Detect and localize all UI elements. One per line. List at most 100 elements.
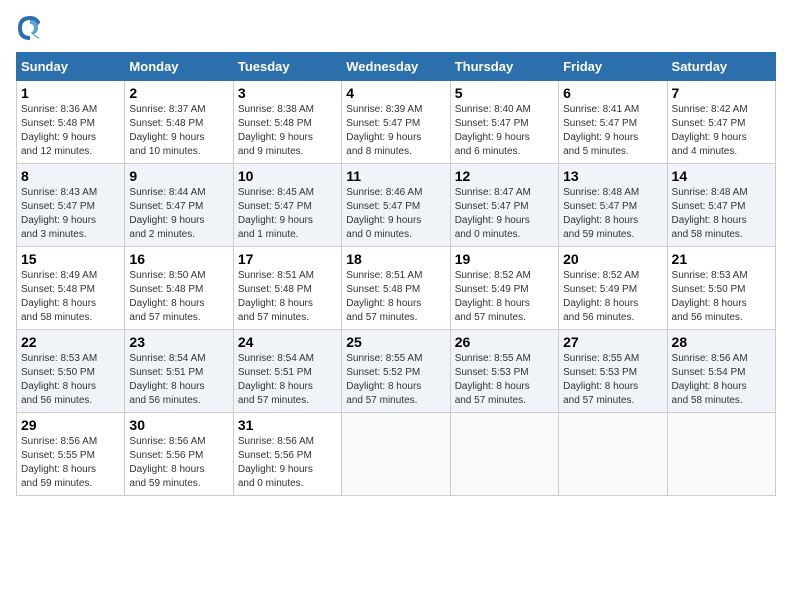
day-info: Sunrise: 8:52 AM Sunset: 5:49 PM Dayligh… (455, 269, 554, 325)
calendar-week-5: 29 Sunrise: 8:56 AM Sunset: 5:55 PM Dayli… (17, 413, 776, 496)
calendar-cell: 12 Sunrise: 8:47 AM Sunset: 5:47 PM Dayli… (450, 164, 558, 247)
day-number: 30 (129, 417, 228, 433)
day-number: 5 (455, 85, 554, 101)
calendar-cell: 27Sunrise: 8:55 AM Sunset: 5:53 PM Dayli… (559, 330, 667, 413)
day-number: 1 (21, 85, 120, 101)
logo (16, 16, 42, 40)
calendar-week-3: 15Sunrise: 8:49 AM Sunset: 5:48 PM Dayli… (17, 247, 776, 330)
calendar-cell: 11Sunrise: 8:46 AM Sunset: 5:47 PM Dayli… (342, 164, 450, 247)
calendar-cell: 5 Sunrise: 8:40 AM Sunset: 5:47 PM Daylig… (450, 81, 558, 164)
day-number: 17 (238, 251, 337, 267)
calendar-body: 1 Sunrise: 8:36 AM Sunset: 5:48 PM Daylig… (17, 81, 776, 496)
calendar-cell (342, 413, 450, 496)
day-number: 28 (672, 334, 771, 350)
calendar-cell: 13 Sunrise: 8:48 AM Sunset: 5:47 PM Dayli… (559, 164, 667, 247)
calendar-cell: 9 Sunrise: 8:44 AM Sunset: 5:47 PM Daylig… (125, 164, 233, 247)
calendar-cell: 18 Sunrise: 8:51 AM Sunset: 5:48 PM Dayli… (342, 247, 450, 330)
day-number: 31 (238, 417, 337, 433)
day-info: Sunrise: 8:36 AM Sunset: 5:48 PM Dayligh… (21, 103, 120, 159)
calendar-week-4: 22 Sunrise: 8:53 AM Sunset: 5:50 PM Dayli… (17, 330, 776, 413)
day-number: 24 (238, 334, 337, 350)
calendar-cell (450, 413, 558, 496)
day-number: 16 (129, 251, 228, 267)
day-info: Sunrise: 8:56 AM Sunset: 5:56 PM Dayligh… (238, 435, 337, 491)
day-info: Sunrise: 8:48 AM Sunset: 5:47 PM Dayligh… (563, 186, 662, 242)
day-number: 10 (238, 168, 337, 184)
day-number: 25 (346, 334, 445, 350)
calendar-cell: 17 Sunrise: 8:51 AM Sunset: 5:48 PM Dayli… (233, 247, 341, 330)
day-info: Sunrise: 8:51 AM Sunset: 5:48 PM Dayligh… (238, 269, 337, 325)
calendar-cell: 30 Sunrise: 8:56 AM Sunset: 5:56 PM Dayli… (125, 413, 233, 496)
calendar-cell: 7Sunrise: 8:42 AM Sunset: 5:47 PM Daylig… (667, 81, 775, 164)
day-number: 4 (346, 85, 445, 101)
day-info: Sunrise: 8:56 AM Sunset: 5:56 PM Dayligh… (129, 435, 228, 491)
calendar-cell: 10Sunrise: 8:45 AM Sunset: 5:47 PM Dayli… (233, 164, 341, 247)
logo-icon (18, 16, 42, 40)
weekday-header-row: SundayMondayTuesdayWednesdayThursdayFrid… (17, 53, 776, 81)
day-number: 26 (455, 334, 554, 350)
calendar-cell: 22 Sunrise: 8:53 AM Sunset: 5:50 PM Dayli… (17, 330, 125, 413)
calendar-cell: 20Sunrise: 8:52 AM Sunset: 5:49 PM Dayli… (559, 247, 667, 330)
day-number: 3 (238, 85, 337, 101)
calendar-week-1: 1 Sunrise: 8:36 AM Sunset: 5:48 PM Daylig… (17, 81, 776, 164)
calendar-cell: 1 Sunrise: 8:36 AM Sunset: 5:48 PM Daylig… (17, 81, 125, 164)
day-number: 2 (129, 85, 228, 101)
day-info: Sunrise: 8:56 AM Sunset: 5:54 PM Dayligh… (672, 352, 771, 408)
day-number: 8 (21, 168, 120, 184)
calendar-cell: 6Sunrise: 8:41 AM Sunset: 5:47 PM Daylig… (559, 81, 667, 164)
day-info: Sunrise: 8:50 AM Sunset: 5:48 PM Dayligh… (129, 269, 228, 325)
day-number: 11 (346, 168, 445, 184)
day-info: Sunrise: 8:38 AM Sunset: 5:48 PM Dayligh… (238, 103, 337, 159)
day-info: Sunrise: 8:53 AM Sunset: 5:50 PM Dayligh… (21, 352, 120, 408)
day-info: Sunrise: 8:55 AM Sunset: 5:52 PM Dayligh… (346, 352, 445, 408)
day-number: 21 (672, 251, 771, 267)
day-info: Sunrise: 8:55 AM Sunset: 5:53 PM Dayligh… (563, 352, 662, 408)
calendar-cell: 19 Sunrise: 8:52 AM Sunset: 5:49 PM Dayli… (450, 247, 558, 330)
calendar-cell: 28 Sunrise: 8:56 AM Sunset: 5:54 PM Dayli… (667, 330, 775, 413)
day-info: Sunrise: 8:55 AM Sunset: 5:53 PM Dayligh… (455, 352, 554, 408)
day-number: 9 (129, 168, 228, 184)
day-number: 22 (21, 334, 120, 350)
day-info: Sunrise: 8:47 AM Sunset: 5:47 PM Dayligh… (455, 186, 554, 242)
day-info: Sunrise: 8:40 AM Sunset: 5:47 PM Dayligh… (455, 103, 554, 159)
day-number: 15 (21, 251, 120, 267)
day-number: 13 (563, 168, 662, 184)
day-number: 23 (129, 334, 228, 350)
calendar-cell: 16 Sunrise: 8:50 AM Sunset: 5:48 PM Dayli… (125, 247, 233, 330)
header (16, 16, 776, 40)
day-number: 12 (455, 168, 554, 184)
calendar-cell: 21 Sunrise: 8:53 AM Sunset: 5:50 PM Dayli… (667, 247, 775, 330)
weekday-header-friday: Friday (559, 53, 667, 81)
day-info: Sunrise: 8:51 AM Sunset: 5:48 PM Dayligh… (346, 269, 445, 325)
weekday-header-saturday: Saturday (667, 53, 775, 81)
calendar-cell (559, 413, 667, 496)
calendar-cell: 15Sunrise: 8:49 AM Sunset: 5:48 PM Dayli… (17, 247, 125, 330)
day-info: Sunrise: 8:54 AM Sunset: 5:51 PM Dayligh… (238, 352, 337, 408)
calendar-cell: 8Sunrise: 8:43 AM Sunset: 5:47 PM Daylig… (17, 164, 125, 247)
calendar-cell (667, 413, 775, 496)
calendar: SundayMondayTuesdayWednesdayThursdayFrid… (16, 52, 776, 496)
weekday-header-tuesday: Tuesday (233, 53, 341, 81)
calendar-cell: 25 Sunrise: 8:55 AM Sunset: 5:52 PM Dayli… (342, 330, 450, 413)
day-number: 20 (563, 251, 662, 267)
calendar-cell: 4Sunrise: 8:39 AM Sunset: 5:47 PM Daylig… (342, 81, 450, 164)
day-number: 6 (563, 85, 662, 101)
calendar-cell: 29 Sunrise: 8:56 AM Sunset: 5:55 PM Dayli… (17, 413, 125, 496)
day-info: Sunrise: 8:44 AM Sunset: 5:47 PM Dayligh… (129, 186, 228, 242)
calendar-cell: 3 Sunrise: 8:38 AM Sunset: 5:48 PM Daylig… (233, 81, 341, 164)
calendar-cell: 14Sunrise: 8:48 AM Sunset: 5:47 PM Dayli… (667, 164, 775, 247)
day-info: Sunrise: 8:56 AM Sunset: 5:55 PM Dayligh… (21, 435, 120, 491)
day-number: 19 (455, 251, 554, 267)
day-info: Sunrise: 8:54 AM Sunset: 5:51 PM Dayligh… (129, 352, 228, 408)
day-info: Sunrise: 8:37 AM Sunset: 5:48 PM Dayligh… (129, 103, 228, 159)
day-number: 7 (672, 85, 771, 101)
weekday-header-wednesday: Wednesday (342, 53, 450, 81)
calendar-cell: 31 Sunrise: 8:56 AM Sunset: 5:56 PM Dayli… (233, 413, 341, 496)
weekday-header-sunday: Sunday (17, 53, 125, 81)
calendar-cell: 24 Sunrise: 8:54 AM Sunset: 5:51 PM Dayli… (233, 330, 341, 413)
day-number: 29 (21, 417, 120, 433)
day-info: Sunrise: 8:53 AM Sunset: 5:50 PM Dayligh… (672, 269, 771, 325)
day-number: 18 (346, 251, 445, 267)
calendar-header: SundayMondayTuesdayWednesdayThursdayFrid… (17, 53, 776, 81)
calendar-cell: 26 Sunrise: 8:55 AM Sunset: 5:53 PM Dayli… (450, 330, 558, 413)
